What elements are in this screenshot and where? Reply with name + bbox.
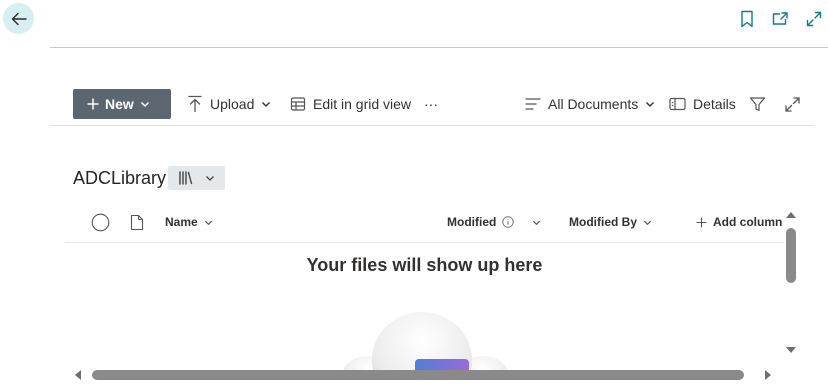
back-button[interactable] [3,3,34,34]
plus-icon [696,217,707,228]
command-bar-divider [50,125,814,126]
chevron-down-icon [204,218,213,227]
expand-icon[interactable] [805,10,823,28]
column-header-name[interactable]: Name [165,213,213,231]
library-title: ADCLibrary [73,168,167,188]
file-type-column-header[interactable] [130,213,144,231]
new-label: New [105,96,134,112]
column-header-modified[interactable]: Modified [447,213,541,231]
details-button[interactable]: Details [669,92,736,116]
bookmark-icon[interactable] [738,10,756,28]
chevron-down-icon [643,218,652,227]
empty-state-message: Your files will show up here [306,255,543,275]
view-selector-button[interactable]: All Documents [525,92,655,116]
chevron-down-icon [532,218,541,227]
filter-button[interactable] [749,92,766,116]
library-view-switcher[interactable] [168,166,225,190]
upload-icon [187,95,203,113]
upload-button[interactable]: Upload [187,92,271,116]
new-button[interactable]: New [73,89,171,119]
edit-grid-view-button[interactable]: Edit in grid view [290,92,411,116]
info-icon [502,216,515,228]
arrow-left-icon [10,10,28,28]
column-modified-by-label: Modified By [569,215,637,229]
details-label: Details [693,96,736,112]
scroll-right-arrow[interactable] [762,368,774,382]
filter-icon [749,96,766,112]
column-header-divider [65,242,784,243]
scroll-left-arrow[interactable] [72,368,84,382]
select-all-checkbox[interactable] [91,213,110,231]
add-column-button[interactable]: Add column [696,213,782,231]
empty-state-illustration [340,310,510,370]
horizontal-scrollbar-thumb[interactable] [92,370,744,380]
vertical-scrollbar-thumb[interactable] [786,228,796,283]
column-modified-label: Modified [447,215,497,229]
scroll-down-arrow[interactable] [784,344,798,356]
column-header-modified-by[interactable]: Modified By [569,213,652,231]
edit-grid-label: Edit in grid view [313,96,412,112]
plus-icon [87,98,99,110]
chevron-down-icon [205,173,215,183]
details-pane-icon [669,97,686,111]
scroll-up-arrow[interactable] [784,209,798,221]
library-books-icon [178,170,194,186]
chevron-down-icon [261,99,271,109]
upload-label: Upload [210,96,255,112]
top-divider [50,47,828,48]
chevron-down-icon [140,99,150,109]
chevron-down-icon [645,99,655,109]
view-lines-icon [525,97,541,111]
fullscreen-button[interactable] [784,92,801,116]
more-options-button[interactable]: ··· [424,92,438,116]
more-icon: ··· [424,96,438,112]
grid-icon [290,96,306,112]
column-name-label: Name [165,215,198,229]
add-column-label: Add column [713,215,783,229]
view-label: All Documents [548,96,639,112]
expand-icon [784,96,801,113]
document-icon [130,214,144,231]
share-out-icon[interactable] [771,10,789,28]
